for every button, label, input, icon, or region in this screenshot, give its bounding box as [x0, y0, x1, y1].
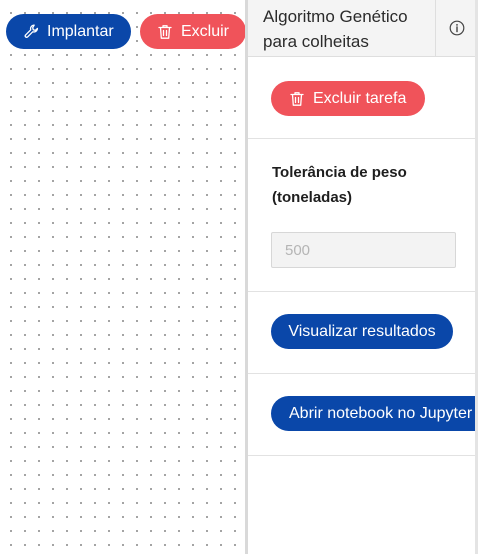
weight-tolerance-label: Tolerância de peso (toneladas) [272, 164, 407, 206]
divider [248, 373, 478, 374]
divider [248, 138, 478, 139]
delete-button[interactable]: Excluir [140, 14, 246, 49]
wrench-icon [24, 24, 39, 38]
divider [248, 291, 478, 292]
info-icon [449, 20, 465, 36]
view-results-label: Visualizar resultados [288, 322, 436, 340]
open-notebook-button[interactable]: Abrir notebook no Jupyter [271, 396, 478, 431]
divider [248, 455, 478, 456]
trash-icon [158, 24, 172, 39]
info-button[interactable] [435, 0, 478, 56]
deploy-button[interactable]: Implantar [6, 14, 131, 49]
deploy-button-label: Implantar [47, 22, 114, 40]
trash-icon [290, 91, 304, 106]
panel-title: Algoritmo Genético para colheitas [263, 7, 408, 51]
app-root: Implantar Excluir Algoritmo Genético par… [0, 0, 478, 554]
open-notebook-label: Abrir notebook no Jupyter [289, 404, 473, 422]
delete-task-button[interactable]: Excluir tarefa [271, 81, 425, 116]
delete-button-label: Excluir [181, 22, 230, 40]
workflow-canvas[interactable] [0, 0, 245, 554]
panel-header: Algoritmo Genético para colheitas [248, 0, 478, 57]
view-results-button[interactable]: Visualizar resultados [271, 314, 453, 349]
properties-panel: Algoritmo Genético para colheitas Exclui… [245, 0, 478, 554]
weight-tolerance-input[interactable] [271, 232, 456, 268]
delete-task-label: Excluir tarefa [313, 89, 407, 107]
